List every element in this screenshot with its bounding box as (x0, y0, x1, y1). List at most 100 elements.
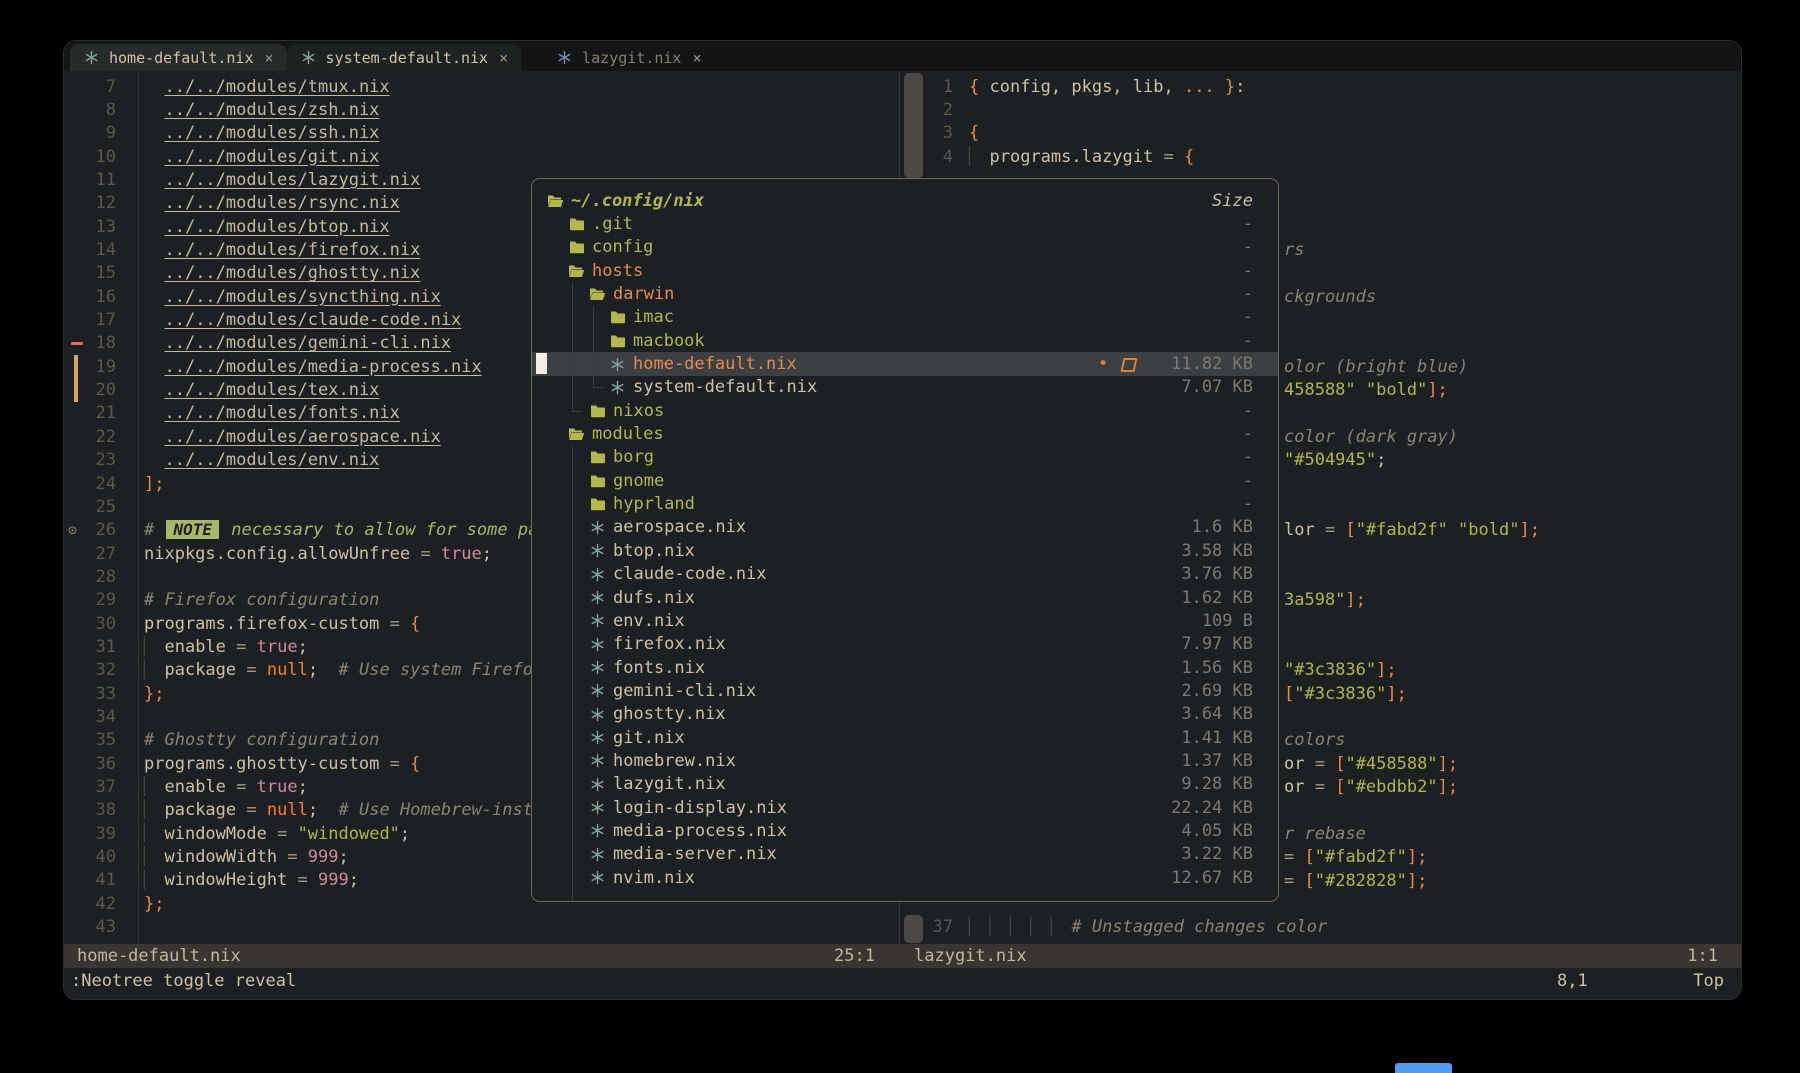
tree-row-home-default.nix[interactable]: home-default.nix•11.82 KB (532, 352, 1278, 375)
line-number: 32 (90, 660, 116, 680)
command-text: :Neotree toggle reveal (71, 968, 296, 994)
tree-row-firefox.nix[interactable]: firefox.nix7.97 KB (532, 633, 1278, 656)
tree-row-imac[interactable]: imac- (532, 306, 1278, 329)
tree-row-lazygit.nix[interactable]: lazygit.nix9.28 KB (532, 773, 1278, 796)
tree-row-media-process.nix[interactable]: media-process.nix4.05 KB (532, 819, 1278, 842)
tree-item-label: config (592, 237, 653, 257)
close-icon[interactable]: × (692, 49, 701, 67)
tree-item-label: lazygit.nix (613, 774, 726, 794)
tree-item-label: media-server.nix (613, 844, 777, 864)
file-size: 1.41 KB (1181, 726, 1253, 749)
dock-item-hint[interactable] (1395, 1063, 1452, 1073)
tree-indent-elbow (593, 387, 603, 388)
tree-row-nvim.nix[interactable]: nvim.nix12.67 KB (532, 866, 1278, 889)
nix-file-icon (589, 707, 606, 722)
line-number: 15 (90, 263, 116, 283)
tree-root-header[interactable]: ~/.config/nixSize (532, 189, 1278, 212)
tree-row-login-display.nix[interactable]: login-display.nix22.24 KB (532, 796, 1278, 819)
code-line-2[interactable]: 2 (900, 98, 1741, 121)
code-line-4[interactable]: 4▏ programs.lazygit = { (900, 145, 1741, 168)
tree-row-homebrew.nix[interactable]: homebrew.nix1.37 KB (532, 749, 1278, 772)
size-column-header: Size (1212, 189, 1253, 212)
tree-row-system-default.nix[interactable]: system-default.nix7.07 KB (532, 376, 1278, 399)
folder-icon (589, 404, 606, 418)
code-line-3[interactable]: 3{ (900, 122, 1741, 145)
tab-system-default.nix[interactable]: system-default.nix× (287, 44, 522, 71)
code-line-7[interactable]: 7 ../../modules/tmux.nix (64, 75, 899, 98)
tree-row-nixos[interactable]: nixos- (532, 399, 1278, 422)
tree-row-borg[interactable]: borg- (532, 446, 1278, 469)
nix-file-icon (589, 847, 606, 862)
tree-row-aerospace.nix[interactable]: aerospace.nix1.6 KB (532, 516, 1278, 539)
terminal-window: home-default.nix×system-default.nix× lazy… (63, 40, 1742, 1000)
code-fragment-line-14: 458588" "bold"]; (1284, 379, 1448, 402)
tree-indent-guide (593, 306, 594, 388)
nix-file-icon (589, 683, 606, 698)
git-delete-sign (71, 342, 83, 346)
tree-row-dufs.nix[interactable]: dufs.nix1.62 KB (532, 586, 1278, 609)
tree-row-macbook[interactable]: macbook- (532, 329, 1278, 352)
code-line-9[interactable]: 9 ../../modules/ssh.nix (64, 122, 899, 145)
statusline-left-ruler: 25:1 (834, 944, 875, 968)
tree-row-hosts[interactable]: hosts- (532, 259, 1278, 282)
code-line-1[interactable]: 1{ config, pkgs, lib, ... }: (900, 75, 1741, 98)
tree-item-label: media-process.nix (613, 821, 787, 841)
tree-row-git.nix[interactable]: git.nix 1.41 KB (532, 726, 1278, 749)
nix-file-icon (589, 823, 606, 838)
line-number: 27 (90, 544, 116, 564)
file-size: 3.22 KB (1181, 843, 1253, 866)
file-size: 12.67 KB (1171, 866, 1253, 889)
line-number: 35 (90, 730, 116, 750)
file-size: 2.69 KB (1181, 679, 1253, 702)
tree-row-modules[interactable]: modules- (532, 422, 1278, 445)
tree-row-gnome[interactable]: gnome- (532, 469, 1278, 492)
tree-item-label: ghostty.nix (613, 704, 726, 724)
line-number: 31 (90, 637, 116, 657)
nix-file-icon (300, 50, 317, 65)
nix-file-icon (609, 357, 626, 372)
tree-row-btop.nix[interactable]: btop.nix3.58 KB (532, 539, 1278, 562)
tree-row-gemini-cli.nix[interactable]: gemini-cli.nix2.69 KB (532, 679, 1278, 702)
file-size: - (1243, 282, 1253, 305)
nix-file-icon (589, 753, 606, 768)
file-size: 7.97 KB (1181, 633, 1253, 656)
code-fragment-line-13: olor (bright blue) (1284, 355, 1468, 378)
tree-row-config[interactable]: config- (532, 236, 1278, 259)
file-size: 22.24 KB (1171, 796, 1253, 819)
line-number: 19 (90, 357, 116, 377)
line-number: 7 (90, 77, 116, 97)
close-icon[interactable]: × (499, 49, 508, 67)
folder-icon (609, 310, 626, 324)
line-number: 33 (90, 684, 116, 704)
tree-row-darwin[interactable]: darwin- (532, 282, 1278, 305)
close-icon[interactable]: × (265, 49, 274, 67)
tab-home-default.nix[interactable]: home-default.nix× (70, 44, 287, 71)
code-line-10[interactable]: 10 ../../modules/git.nix (64, 145, 899, 168)
tree-row-media-server.nix[interactable]: media-server.nix 3.22 KB (532, 843, 1278, 866)
file-size: 1.56 KB (1181, 656, 1253, 679)
code-line-8[interactable]: 8 ../../modules/zsh.nix (64, 98, 899, 121)
code-line-37[interactable]: 37▏ ▏ ▏ ▏ ▏ # Unstagged changes color (900, 916, 1327, 939)
tree-row-hyprland[interactable]: hyprland- (532, 492, 1278, 515)
tab-lazygit.nix[interactable]: lazygit.nix × (543, 44, 714, 71)
neotree-float-window[interactable]: ~/.config/nixSize.git-config-hosts-darwi… (531, 178, 1279, 902)
line-number: 13 (90, 217, 116, 237)
tree-item-label: .git (592, 214, 633, 234)
tree-row-ghostty.nix[interactable]: ghostty.nix3.64 KB (532, 703, 1278, 726)
tree-row-env.nix[interactable]: env.nix109 B (532, 609, 1278, 632)
line-number: 42 (90, 894, 116, 914)
tab-label: lazygit.nix (582, 49, 681, 67)
line-number: 26 (90, 520, 116, 540)
line-number: 21 (90, 403, 116, 423)
tree-row-fonts.nix[interactable]: fonts.nix 1.56 KB (532, 656, 1278, 679)
code-line-43[interactable]: 43 (64, 915, 899, 938)
command-line[interactable]: :Neotree toggle reveal 8,1 Top (64, 968, 1741, 994)
code-fragment-line-35: = ["#282828"]; (1284, 869, 1427, 892)
tree-row-claude-code.nix[interactable]: claude-code.nix3.76 KB (532, 563, 1278, 586)
tree-row-.git[interactable]: .git- (532, 212, 1278, 235)
tree-item-label: git.nix (613, 728, 685, 748)
scrollbar-thumb-top[interactable] (904, 73, 923, 178)
tree-item-label: fonts.nix (613, 658, 705, 678)
line-number: 25 (90, 497, 116, 517)
tree-item-label: hyprland (613, 494, 695, 514)
